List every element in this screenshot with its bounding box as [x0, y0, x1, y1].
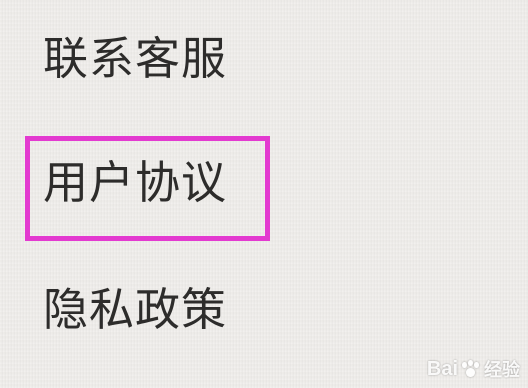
- menu-item-privacy-policy[interactable]: 隐私政策: [43, 283, 227, 337]
- watermark-suffix: 经验: [484, 360, 520, 381]
- paw-icon: [461, 360, 479, 378]
- watermark-brand: Bai: [426, 357, 458, 380]
- menu-item-contact-support[interactable]: 联系客服: [43, 32, 227, 86]
- watermark: Bai 经验: [427, 356, 520, 382]
- menu-item-user-agreement[interactable]: 用户协议: [43, 156, 227, 210]
